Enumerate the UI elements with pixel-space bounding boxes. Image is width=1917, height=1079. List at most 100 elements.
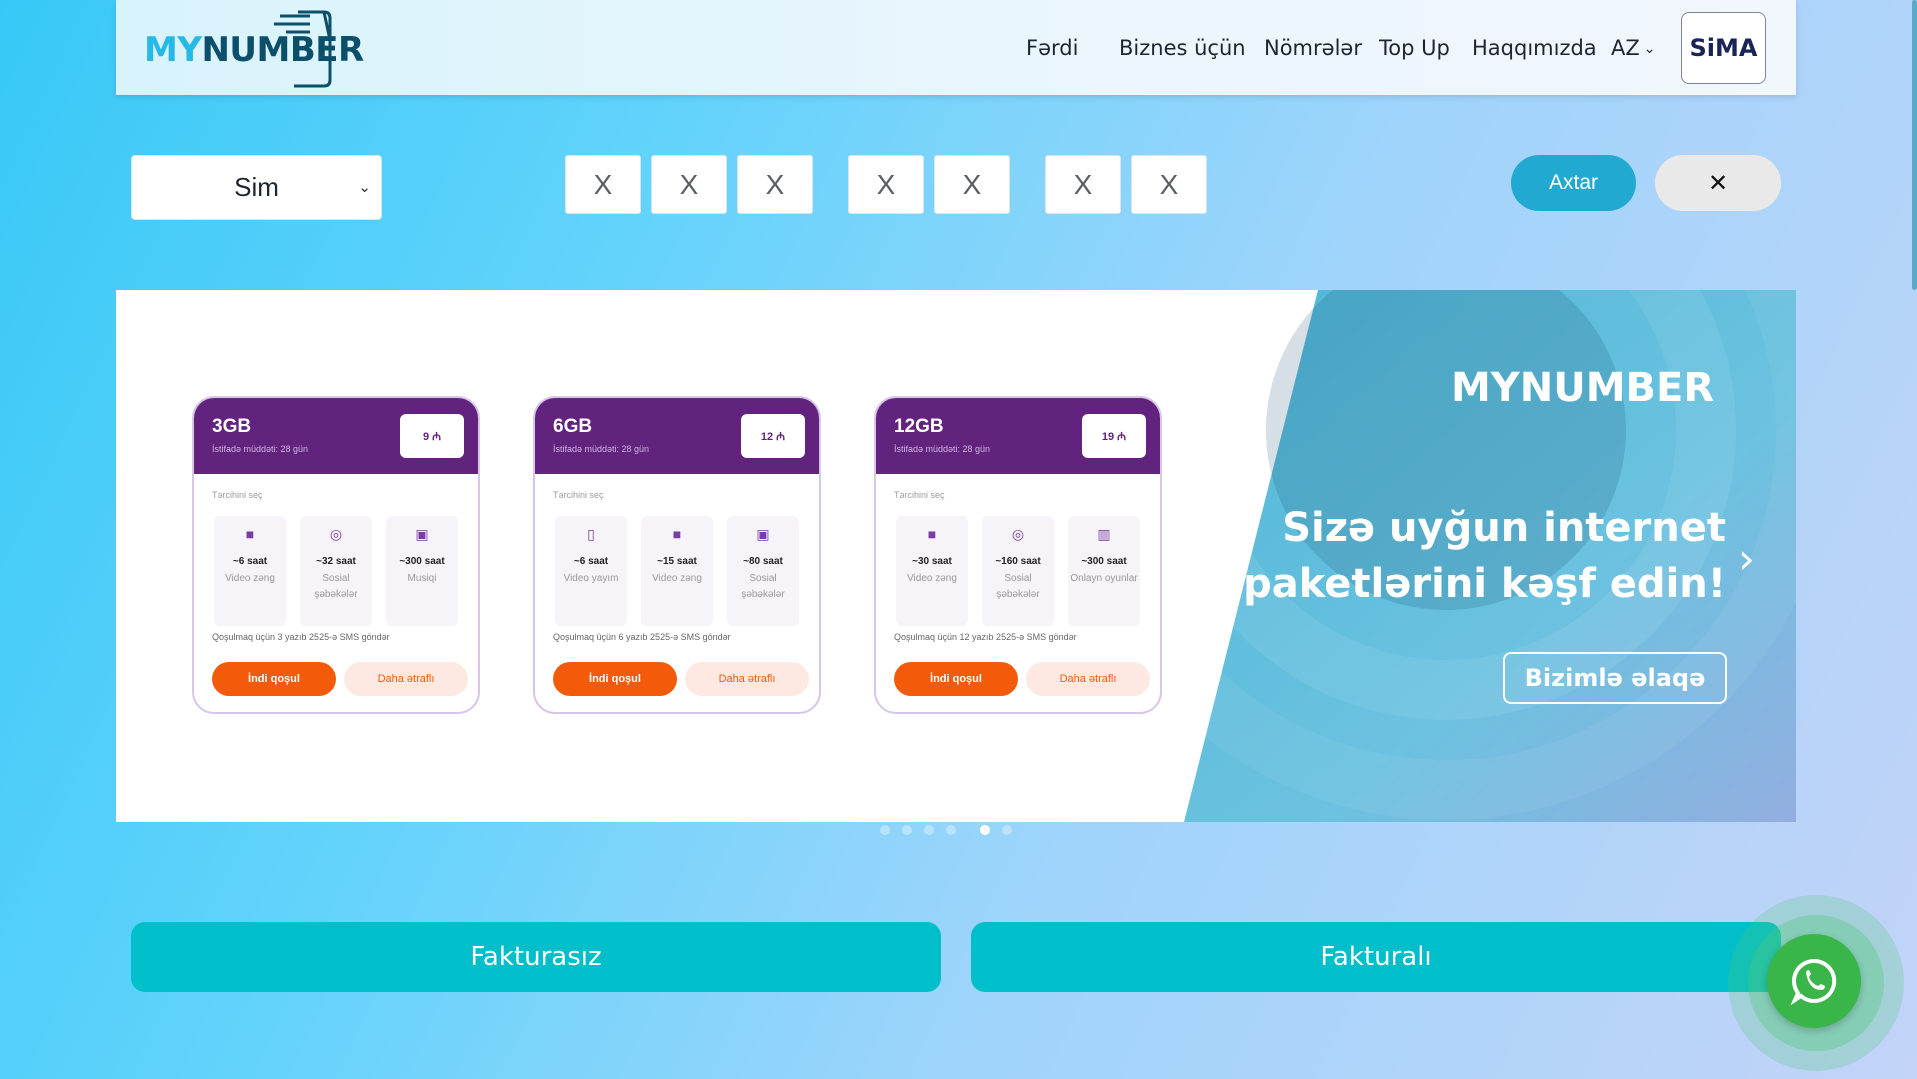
tab-fakturasiz[interactable]: Fakturasız [131,922,941,992]
header: MYNUMBER Fərdi Biznes üçün Nömrələr Top … [116,0,1796,95]
package-card: 6GB İstifadə müddəti: 28 gün 12 ₼ Tərcih… [533,396,821,714]
chevron-down-icon: ⌄ [1643,41,1656,57]
carousel-dot-active[interactable] [980,825,990,835]
card-choose-label: Tərcihini seç [212,490,263,500]
option-tile: ▯ ~6 saat Video yayım [555,516,627,626]
card-price: 9 ₼ [400,414,464,458]
carousel-dot[interactable] [1002,825,1012,835]
option-label: Video zəng [225,573,275,584]
card-note: Qoşulmaq üçün 12 yazıb 2525-ə SMS göndər [894,632,1077,642]
card-options: ■ ~6 saat Video zəng ◎ ~32 saat Sosial ş… [214,516,464,626]
option-tile: ■ ~6 saat Video zəng [214,516,286,626]
card-options: ■ ~30 saat Video zəng ◎ ~160 saat Sosial… [896,516,1146,626]
nav-ferdi[interactable]: Fərdi [1026,36,1078,60]
card-note: Qoşulmaq üçün 3 yazıb 2525-ə SMS göndər [212,632,390,642]
music-icon: ▣ [756,526,770,542]
number-type-select[interactable]: Sim ⌄ [131,155,382,220]
option-tile: ▥ ~300 saat Onlayn oyunlar [1068,516,1140,626]
option-tile: ▣ ~80 saat Sosial şəbəkələr [727,516,799,626]
option-value: ~300 saat [399,556,445,567]
clear-button[interactable]: ✕ [1655,155,1781,211]
page-scrollbar[interactable] [1912,0,1917,290]
card-options: ▯ ~6 saat Video yayım ■ ~15 saat Video z… [555,516,805,626]
digit-input-2[interactable]: X [651,155,727,214]
connect-now-button: İndi qoşul [553,662,677,696]
search-button[interactable]: Axtar [1511,155,1636,211]
phone-icon: ▯ [587,526,595,542]
option-value: ~6 saat [573,556,609,567]
chevron-down-icon: ⌄ [358,179,371,196]
chevron-right-icon[interactable]: › [1738,534,1755,583]
language-selector[interactable]: AZ ⌄ [1611,36,1656,60]
digit-input-5[interactable]: X [934,155,1010,214]
video-icon: ■ [927,526,937,542]
option-tile: ■ ~15 saat Video zəng [641,516,713,626]
option-value: ~160 saat [995,556,1041,567]
tab-fakturali[interactable]: Fakturalı [971,922,1781,992]
banner-title-line2: paketlərini kəşf edin! [1243,561,1726,607]
whatsapp-icon [1790,958,1837,1006]
option-value: ~80 saat [743,556,783,567]
option-label: Musiqi [407,573,437,584]
carousel-dot[interactable] [880,825,890,835]
card-header: 3GB İstifadə müddəti: 28 gün 9 ₼ [194,398,478,474]
more-info-button: Daha ətraflı [1026,662,1150,696]
carousel-dots [880,825,1040,837]
select-value: Sim [234,172,279,202]
option-label: Sosial şəbəkələr [741,573,785,600]
instagram-icon: ◎ [1011,526,1025,542]
promo-banner[interactable]: 3GB İstifadə müddəti: 28 gün 9 ₼ Tərcihi… [116,290,1796,822]
carousel-dot[interactable] [924,825,934,835]
option-label: Onlayn oyunlar [1070,573,1138,584]
sima-button[interactable]: Si MA [1681,12,1766,84]
option-label: Sosial şəbəkələr [996,573,1040,600]
option-tile: ◎ ~32 saat Sosial şəbəkələr [300,516,372,626]
card-choose-label: Tərcihini seç [894,490,945,500]
banner-title: Sizə uyğun internet paketlərini kəşf edi… [1146,500,1726,612]
card-choose-label: Tərcihini seç [553,490,604,500]
digit-input-3[interactable]: X [737,155,813,214]
option-tile: ▣ ~300 saat Musiqi [386,516,458,626]
nav-top-up[interactable]: Top Up [1379,36,1450,60]
sima-text-a: Si [1689,34,1716,62]
option-tile: ■ ~30 saat Video zəng [896,516,968,626]
main-nav: Fərdi Biznes üçün Nömrələr Top Up Haqqım… [116,0,1796,95]
banner-title-line1: Sizə uyğun internet [1282,505,1726,551]
package-card: 3GB İstifadə müddəti: 28 gün 9 ₼ Tərcihi… [192,396,480,714]
card-header: 6GB İstifadə müddəti: 28 gün 12 ₼ [535,398,819,474]
more-info-button: Daha ətraflı [685,662,809,696]
carousel-dot[interactable] [902,825,912,835]
video-icon: ■ [245,526,255,542]
option-label: Video zəng [907,573,957,584]
digit-input-7[interactable]: X [1131,155,1207,214]
option-value: ~30 saat [912,556,952,567]
whatsapp-button[interactable] [1767,934,1861,1028]
nav-biznes[interactable]: Biznes üçün [1119,36,1246,60]
connect-now-button: İndi qoşul [212,662,336,696]
option-value: ~15 saat [657,556,697,567]
connect-now-button: İndi qoşul [894,662,1018,696]
option-label: Video zəng [652,573,702,584]
card-header: 12GB İstifadə müddəti: 28 gün 19 ₼ [876,398,1160,474]
sima-text-b: MA [1715,34,1758,62]
carousel-dot[interactable] [946,825,956,835]
digit-input-6[interactable]: X [1045,155,1121,214]
more-info-button: Daha ətraflı [344,662,468,696]
language-label: AZ [1611,36,1640,60]
digit-input-4[interactable]: X [848,155,924,214]
option-value: ~32 saat [316,556,356,567]
option-value: ~300 saat [1081,556,1127,567]
nav-nomreler[interactable]: Nömrələr [1264,36,1362,60]
digit-input-1[interactable]: X [565,155,641,214]
card-price: 12 ₼ [741,414,805,458]
contact-us-button[interactable]: Bizimlə əlaqə [1503,652,1727,704]
video-icon: ■ [672,526,682,542]
music-icon: ▣ [415,526,429,542]
card-price: 19 ₼ [1082,414,1146,458]
option-label: Video yayım [563,573,619,584]
nav-haqqimizda[interactable]: Haqqımızda [1472,36,1597,60]
package-card: 12GB İstifadə müddəti: 28 gün 19 ₼ Tərci… [874,396,1162,714]
gift-icon: ▥ [1097,526,1111,542]
option-tile: ◎ ~160 saat Sosial şəbəkələr [982,516,1054,626]
card-note: Qoşulmaq üçün 6 yazıb 2525-ə SMS göndər [553,632,731,642]
